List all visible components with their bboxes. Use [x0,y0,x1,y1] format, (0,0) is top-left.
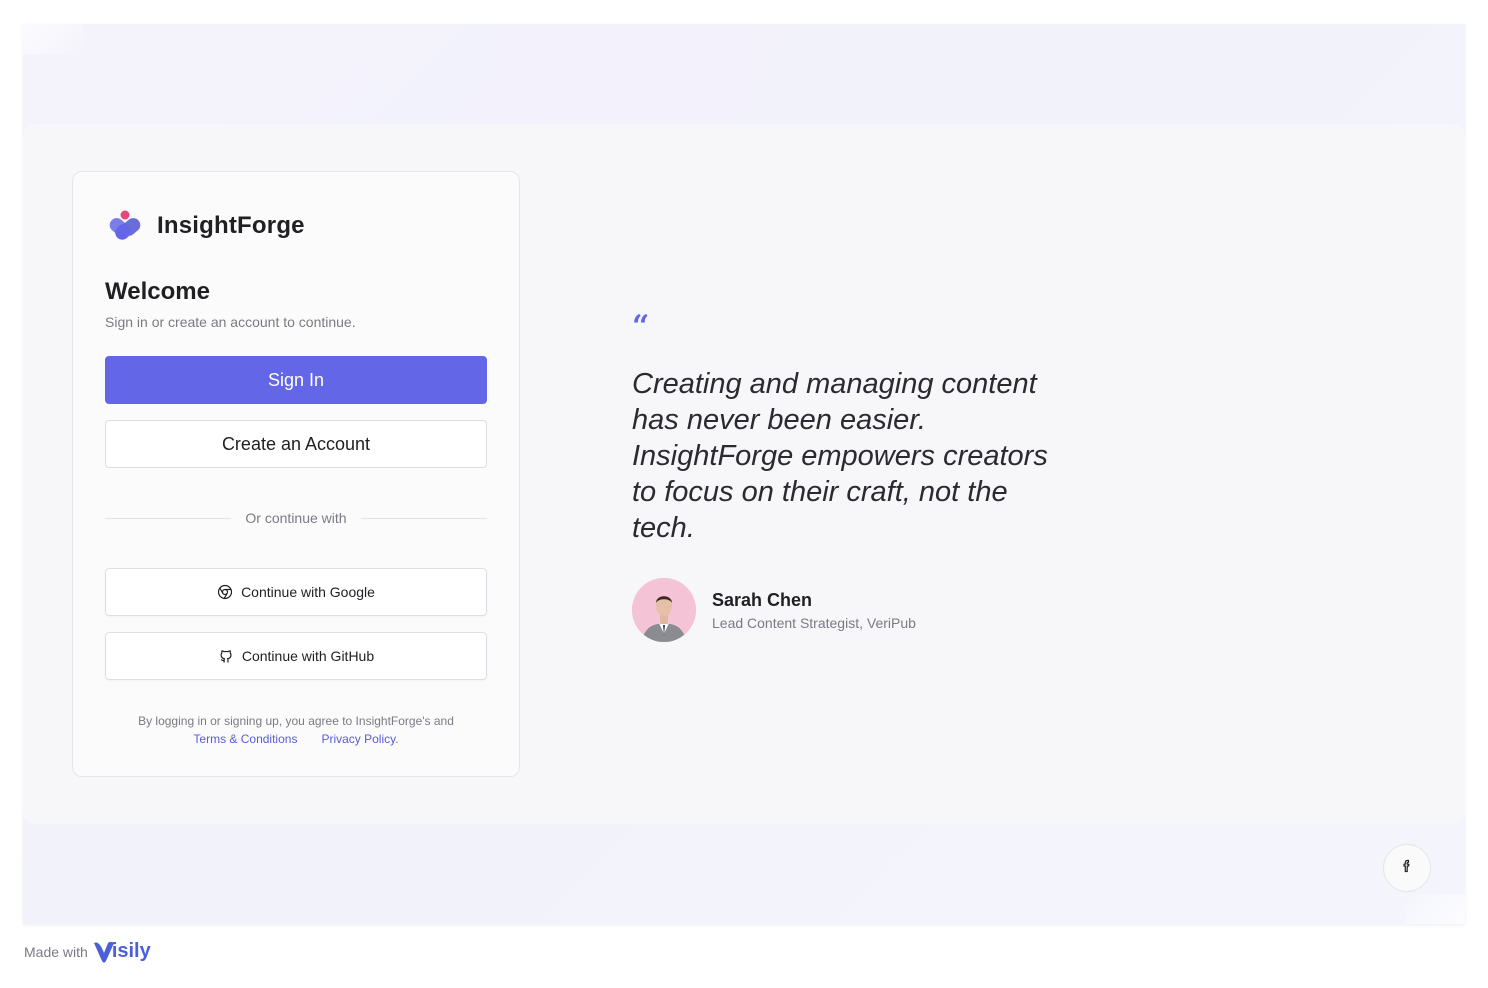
divider: Or continue with [105,508,488,528]
visily-wordmark: isily [111,940,151,962]
made-with-label: Made with [24,943,88,960]
chrome-icon [217,584,233,600]
divider-line-left [105,517,232,519]
author-info: Sarah Chen Lead Content Strategist, Veri… [712,590,916,631]
main-panel: InsightForge Welcome Sign in or create a… [23,124,1465,824]
page-subtitle: Sign in or create an account to continue… [105,314,356,330]
google-button-label: Continue with Google [241,584,375,600]
continue-with-github-button[interactable]: Continue with GitHub [105,632,487,680]
app-frame: InsightForge Welcome Sign in or create a… [23,24,1465,924]
sign-in-button[interactable]: Sign In [105,356,487,404]
facebook-icon [1400,859,1414,878]
divider-line-right [360,517,488,519]
testimonial-author: Sarah Chen Lead Content Strategist, Veri… [632,578,916,642]
visily-v-icon [93,941,114,962]
brand-name: InsightForge [157,212,305,239]
avatar [632,578,696,642]
author-name: Sarah Chen [712,589,813,610]
auth-card: InsightForge Welcome Sign in or create a… [72,171,520,777]
insightforge-logo-icon [105,206,145,246]
legal-suffix: . [395,732,399,746]
author-role: Lead Content Strategist, VeriPub [712,614,916,631]
testimonial-quote: Creating and managing content has never … [632,368,1048,544]
create-account-button[interactable]: Create an Account [105,420,487,468]
brand: InsightForge [105,206,305,246]
quote-mark-icon: “ [632,309,650,344]
privacy-link[interactable]: Privacy Policy [321,732,395,746]
continue-with-google-button[interactable]: Continue with Google [105,568,487,616]
legal-prefix: By logging in or signing up, you agree t… [138,714,454,728]
legal-notice: By logging in or signing up, you agree t… [105,712,487,748]
terms-link[interactable]: Terms & Conditions [193,732,297,746]
github-icon [218,648,234,664]
facebook-button[interactable] [1383,844,1431,892]
divider-label: Or continue with [245,510,347,526]
made-with-footer[interactable]: Made with isily [24,940,151,963]
page-title: Welcome [105,278,210,305]
github-button-label: Continue with GitHub [241,648,375,664]
visily-logo: isily [93,940,151,963]
